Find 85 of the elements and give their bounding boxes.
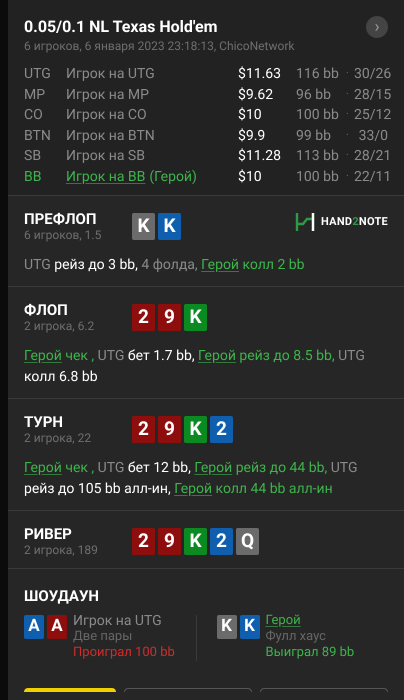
action-line: Герой чек , UTG бет 12 bb, Герой рейз до 44 bb, UTG рейз до 105 bb алл-ин, Герой колл 44 bb алл-ин [24,459,358,499]
hand-result: Выиграл 89 bb [266,645,354,661]
playing-card: A [47,615,67,639]
separator-dot: · [346,88,350,102]
hero-link[interactable]: Герой [24,460,62,476]
separator-dot: · [346,67,350,81]
hand-combo: Две пары [73,629,134,645]
stack-amount: $9.9 [238,126,266,146]
next-button[interactable]: › [366,16,388,38]
playing-card: K [216,615,236,639]
street-title: ФЛОП [24,301,69,319]
stack-bb: 99 bb [296,126,332,146]
hero-link[interactable]: Герой [174,481,212,497]
position-label: MP [24,86,46,104]
playing-card: K [132,213,155,240]
position-label: BTN [24,126,52,146]
position-label: CO [24,106,44,125]
stack-amount: $10 [238,168,263,186]
hero-link[interactable]: Герой [198,348,236,364]
logo-text: HAND2NOTE [321,214,388,230]
street-title: ТУРН [24,413,64,431]
player-name: Игрок на MP [66,86,149,104]
player-name: Игрок на CO [66,106,147,125]
hero-label: (Герой) [149,168,197,186]
player-stats: 30/26 [354,65,388,84]
hand-title: 0.05/0.1 NL Texas Hold'em [24,16,219,38]
street-info: 6 игроков, 1.5 [24,228,102,243]
separator-dot: · [346,108,350,122]
street-info: 2 игрока, 22 [24,431,92,446]
showdown-title: ШОУДАУН [24,587,100,605]
hand-combo: Фулл хаус [266,629,327,645]
street-title: РИВЕР [24,525,73,543]
player-name: Игрок на BTN [66,126,155,146]
playing-card: 2 [132,416,155,443]
stack-bb: 100 bb [296,168,340,186]
player-name: Игрок на UTG [73,613,163,629]
hero-link[interactable]: Герой [194,460,232,476]
stack-amount: $11.63 [238,65,282,84]
hero-link[interactable]: Герой [266,613,301,629]
playing-card: Q [236,528,259,555]
street-info: 2 игрока, 189 [24,543,99,558]
playing-card: 2 [210,416,233,443]
separator-dot: · [346,170,350,184]
position-label: BB [24,168,42,186]
action-line: UTG рейз до 3 bb, 4 фолда, Герой колл 2 bb [24,256,306,275]
hero-link[interactable]: Герой [24,348,62,364]
hand-subtitle: 6 игроков, 6 января 2023 23:18:13, ChicoNetwork [24,38,294,54]
hero-link[interactable]: Игрок на BB [66,166,146,187]
position-label: UTG [24,65,52,84]
stack-bb: 100 bb [296,106,340,125]
player-name: Игрок на SB [66,147,145,166]
stack-bb: 116 bb [296,65,340,84]
playing-card: K [184,304,207,331]
playing-card: 2 [132,304,155,331]
stack-bb: 96 bb [296,86,332,104]
stack-amount: $11.28 [238,147,282,166]
playing-card: 9 [158,528,181,555]
hand-result: Проиграл 100 bb [73,645,175,661]
playing-card: 9 [158,304,181,331]
playing-card: 9 [158,416,181,443]
separator-dot: · [346,149,350,163]
button-edge[interactable] [260,688,388,692]
stack-amount: $9.62 [238,86,274,104]
button-edge[interactable] [24,688,116,692]
playing-card: 2 [132,528,155,555]
stack-bb: 113 bb [296,147,340,166]
street-info: 2 игрока, 6.2 [24,319,96,334]
playing-card: K [184,528,207,555]
player-name: Игрок на UTG [66,65,155,84]
playing-card: K [158,213,181,240]
position-label: SB [24,147,42,166]
street-title: ПРЕФЛОП [24,210,98,228]
playing-card: K [240,615,260,639]
player-stats: 28/21 [354,147,388,166]
playing-card: 2 [210,528,233,555]
playing-card: A [24,615,44,639]
player-stats: 22/11 [354,168,388,186]
button-edge[interactable] [124,688,252,692]
stack-amount: $10 [238,106,263,125]
separator-dot: · [346,128,350,142]
player-stats: 33/0 [358,126,388,146]
action-line: Герой чек , UTG бет 1.7 bb, Герой рейз до 8.5 bb, UTG колл 6.8 bb [24,347,366,387]
hero-link[interactable]: Герой [201,257,240,273]
playing-card: K [184,416,207,443]
logo-icon [295,212,316,232]
